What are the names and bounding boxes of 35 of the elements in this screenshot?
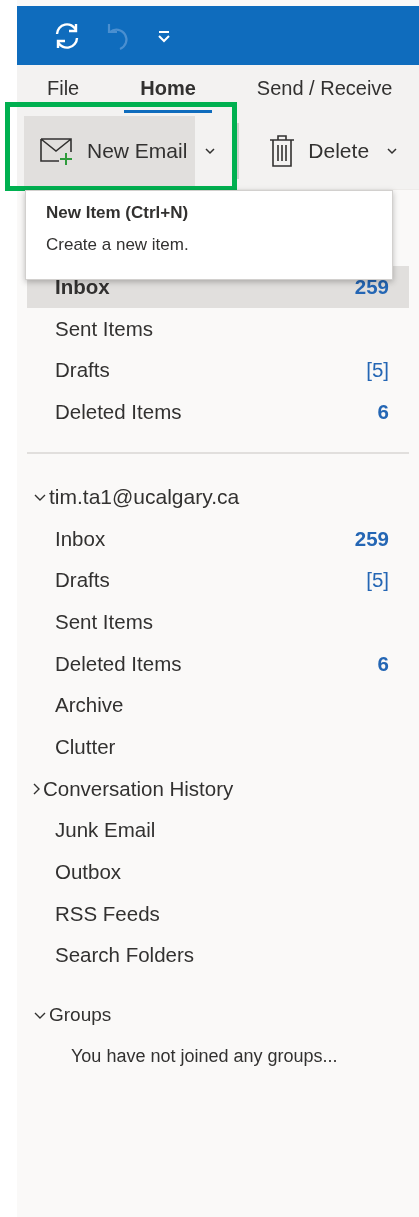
folder-item[interactable]: Archive (27, 684, 409, 727)
folder-item[interactable]: Search Folders (27, 934, 409, 977)
folder-item[interactable]: Sent Items (27, 307, 409, 350)
ribbon-tab[interactable]: Send / Receive (240, 77, 409, 113)
new-email-button[interactable]: New Email (24, 116, 196, 186)
caret-icon (386, 147, 399, 155)
folder-item[interactable]: Drafts [5] (27, 559, 409, 602)
envelope-plus-icon (39, 136, 75, 166)
delete-button[interactable]: Delete (253, 116, 378, 186)
ribbon-tab[interactable]: Home (124, 77, 212, 113)
folder-item[interactable]: Deleted Items 6 (27, 391, 409, 433)
groups-header[interactable]: Groups (27, 994, 409, 1037)
unread-count: 259 (354, 526, 389, 551)
folder-item[interactable]: Outbox (27, 851, 409, 893)
tooltip-description: Create a new item. (46, 235, 190, 255)
trash-icon (268, 134, 297, 168)
folder-item[interactable]: Conversation History (27, 767, 409, 810)
unread-count: 6 (377, 651, 389, 676)
folder-item[interactable]: Drafts [5] (27, 349, 409, 392)
caret-icon (204, 147, 217, 155)
unread-count: 6 (377, 399, 389, 424)
folder-item[interactable]: Sent Items (27, 601, 409, 643)
unread-count: 259 (354, 274, 389, 299)
customize-icon[interactable] (157, 28, 171, 43)
unread-count: [5] (366, 568, 389, 593)
folder-item[interactable]: Inbox 259 (27, 517, 409, 560)
account-header[interactable]: tim.ta1@ucalgary.ca (27, 475, 409, 518)
unread-count: [5] (366, 358, 389, 383)
ribbon-tab[interactable]: File (31, 77, 96, 113)
tooltip-title: New Item (Ctrl+N) (46, 203, 190, 223)
folder-item[interactable]: Clutter (27, 726, 409, 768)
empty-groups-note: You have not joined any groups... (70, 1045, 339, 1069)
folder-item[interactable]: RSS Feeds (27, 892, 409, 935)
folder-item[interactable]: Junk Email (27, 809, 409, 852)
folder-item[interactable]: Deleted Items 6 (27, 642, 409, 685)
